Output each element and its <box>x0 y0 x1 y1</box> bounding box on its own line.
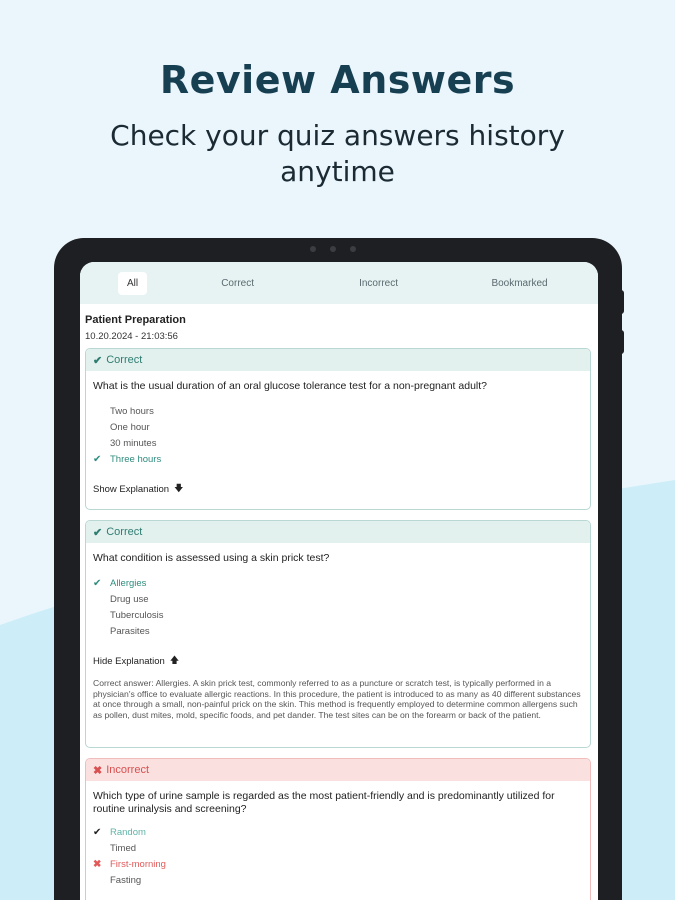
cross-icon: ✖ <box>93 858 102 870</box>
quiz-date: 10.20.2024 - 21:03:56 <box>85 331 178 342</box>
option-item: Tuberculosis <box>110 609 164 621</box>
option-item: Timed <box>110 842 137 854</box>
camera-dot <box>330 246 336 252</box>
promo-subline: Check your quiz answers history anytime <box>110 119 565 188</box>
tab-correct[interactable]: Correct <box>167 278 308 289</box>
promo-headline: Review Answers <box>159 58 516 102</box>
option-item: Parasites <box>110 625 150 637</box>
option-item: 30 minutes <box>110 437 157 449</box>
tab-incorrect[interactable]: Incorrect <box>308 278 449 289</box>
answer-card: ✔ Correct What is the usual duration of … <box>85 348 591 510</box>
option-list: Two hours One hour 30 minutes ✔ Three hou… <box>86 393 590 467</box>
app-screen: All Correct Incorrect Bookmarked Patient… <box>80 262 598 900</box>
tablet-side-button <box>618 290 624 314</box>
question-text: What condition is assessed using a skin … <box>93 552 330 564</box>
arrow-up-icon: 🡅 <box>169 655 180 665</box>
status-badge: ✖ Incorrect <box>86 759 590 781</box>
check-icon: ✔ <box>93 826 102 838</box>
tab-bookmarked[interactable]: Bookmarked <box>449 278 590 289</box>
option-item: Drug use <box>110 593 149 605</box>
hide-explanation-button[interactable]: Hide Explanation 🡅 <box>86 639 590 669</box>
tablet-side-button <box>618 330 624 354</box>
option-list: ✔ Random Timed ✖ First-morning Fasting <box>86 816 590 888</box>
camera-dot <box>310 246 316 252</box>
arrow-down-icon: 🡇 <box>174 483 184 493</box>
question-text: What is the usual duration of an oral gl… <box>93 380 487 392</box>
cross-icon: ✖ <box>93 764 103 777</box>
show-explanation-button[interactable]: Show Explanation 🡇 <box>86 467 590 497</box>
option-item-correct-answer: ✔ Random <box>93 826 146 838</box>
status-badge: ✔ Correct <box>86 521 590 543</box>
tab-all[interactable]: All <box>118 271 148 295</box>
check-icon: ✔ <box>93 526 103 539</box>
answer-card: ✖ Incorrect Which type of urine sample i… <box>85 758 591 900</box>
option-item: Two hours <box>110 405 154 417</box>
answer-card: ✔ Correct What condition is assessed usi… <box>85 520 591 748</box>
check-icon: ✔ <box>93 453 102 465</box>
option-item-selected-correct: ✔ Three hours <box>93 453 162 465</box>
option-list: ✔ Allergies Drug use Tuberculosis Parasit… <box>86 565 590 639</box>
option-item-selected-wrong: ✖ First-morning <box>93 858 166 870</box>
check-icon: ✔ <box>93 354 103 367</box>
status-badge: ✔ Correct <box>86 349 590 371</box>
question-text: Which type of urine sample is regarded a… <box>93 790 555 815</box>
camera-dot <box>350 246 356 252</box>
filter-tabs: All Correct Incorrect Bookmarked <box>80 262 598 304</box>
option-item: One hour <box>110 421 150 433</box>
quiz-title: Patient Preparation <box>85 314 186 326</box>
check-icon: ✔ <box>93 577 102 589</box>
explanation-text: Correct answer: Allergies. A skin prick … <box>93 678 581 721</box>
option-item: Fasting <box>110 874 142 886</box>
option-item-selected-correct: ✔ Allergies <box>93 577 147 589</box>
